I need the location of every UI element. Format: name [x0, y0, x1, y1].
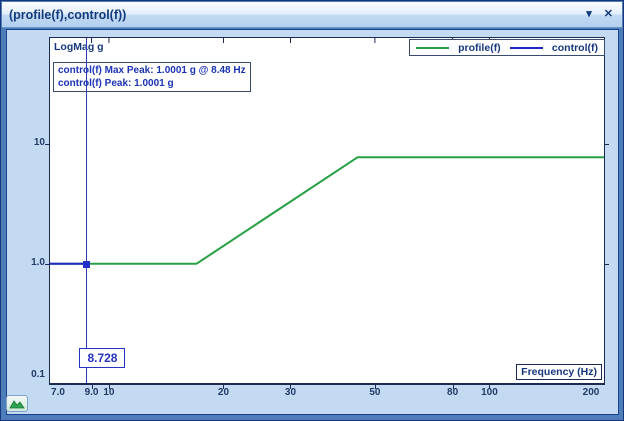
y-tick-label-10: 10 [15, 137, 45, 148]
y-axis-right-tick [605, 144, 609, 145]
x-axis-bottom-tick [109, 385, 110, 389]
area-chart-glyph [9, 398, 25, 409]
x-axis-bottom-tick [375, 385, 376, 389]
control-legend-line [510, 47, 543, 49]
y-tick-label-0.1: 0.1 [15, 369, 45, 380]
minimized-chart-icon[interactable] [6, 395, 28, 412]
title-bar[interactable]: (profile(f),control(f)) ▾ ✕ [2, 2, 622, 28]
y-axis-title: LogMag g [54, 41, 104, 53]
y-axis-left-tick [45, 264, 49, 265]
x-tick-label-200: 200 [578, 387, 604, 398]
control-legend-label: control(f) [552, 42, 598, 54]
x-axis-bottom-tick [453, 385, 454, 389]
title-bar-buttons: ▾ ✕ [586, 2, 622, 27]
x-tick-label-7.0: 7.0 [45, 387, 71, 398]
x-axis-bottom-tick [92, 385, 93, 389]
y-axis-left-tick [45, 144, 49, 145]
plot-window: (profile(f),control(f)) ▾ ✕ LogMag g con… [0, 0, 624, 421]
cursor-marker[interactable] [83, 261, 90, 268]
x-axis-bottom-tick [290, 385, 291, 389]
y-tick-label-1.0: 1.0 [15, 257, 45, 268]
x-axis-bottom-tick [223, 385, 224, 389]
profile-legend-line [416, 47, 449, 49]
close-icon[interactable]: ✕ [604, 2, 613, 27]
x-axis-title: Frequency (Hz) [516, 364, 602, 380]
cursor-frequency-readout[interactable]: 8.728 [79, 348, 125, 368]
dropdown-arrow-icon[interactable]: ▾ [586, 2, 592, 27]
y-axis-right-tick [605, 264, 609, 265]
cursor-line[interactable] [86, 38, 87, 383]
peak-annotation-box: control(f) Max Peak: 1.0001 g @ 8.48 Hz … [53, 62, 251, 92]
x-axis-bottom-tick [489, 385, 490, 389]
window-title: (profile(f),control(f)) [2, 8, 126, 22]
profilef-curve [50, 157, 604, 263]
profile-legend-label: profile(f) [458, 42, 501, 54]
legend: profile(f) control(f) [409, 39, 605, 56]
